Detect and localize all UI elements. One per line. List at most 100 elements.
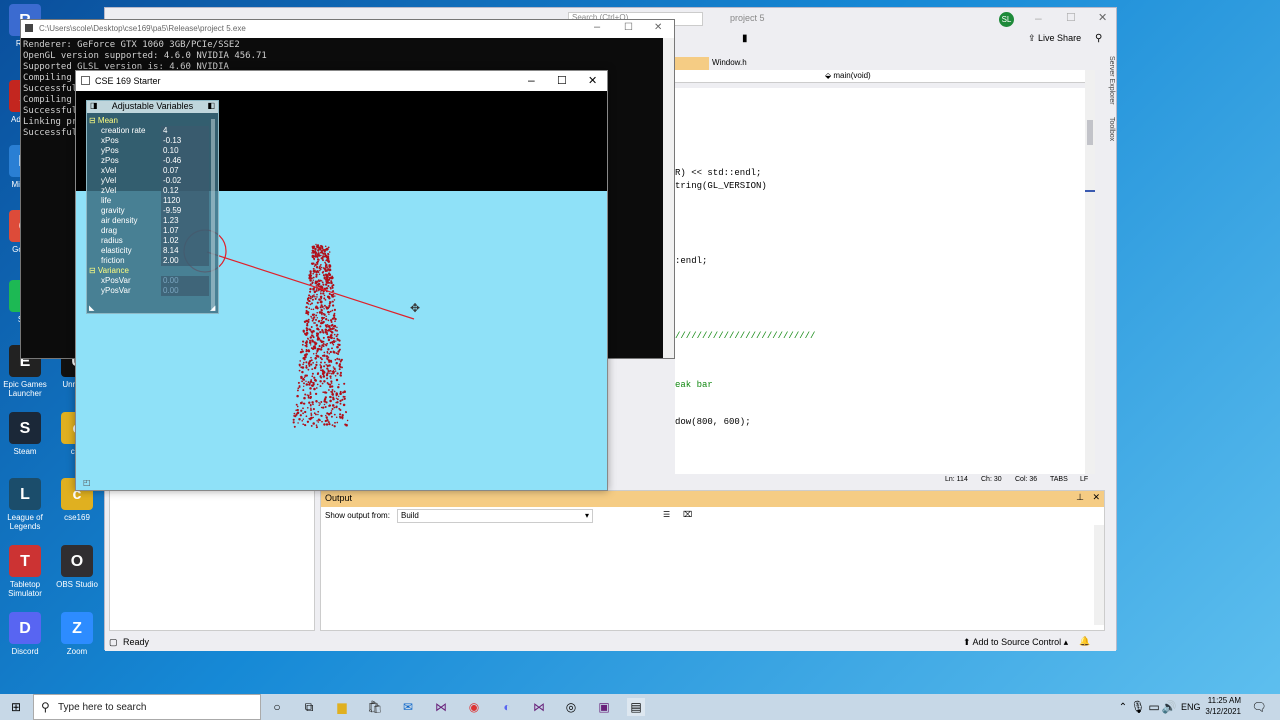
gl-maximize-icon[interactable]: ☐ [557, 74, 567, 87]
console-minimize-icon[interactable]: – [594, 21, 600, 33]
desktop-icon[interactable]: Z Zoom [52, 612, 102, 656]
tweak-value[interactable]: 8.14 [161, 246, 209, 256]
output-scrollbar[interactable] [1094, 525, 1104, 625]
visual-studio-2-icon[interactable]: ⋈ [530, 698, 548, 716]
tweak-row[interactable]: life 1120 [89, 196, 209, 206]
notification-icon[interactable]: 🔔 [1079, 636, 1090, 647]
tweak-rows: ⊟ Mean creation rate 4 xPos -0.13 yPos 0.10 zPo… [87, 116, 212, 311]
live-share-button[interactable]: ⇪ Live Share [1028, 33, 1081, 44]
obs-icon[interactable]: ◎ [562, 698, 580, 716]
cortana-icon[interactable]: ○ [268, 698, 286, 716]
tab-window-h[interactable]: Window.h [712, 58, 747, 67]
console-close-icon[interactable]: ✕ [654, 22, 662, 33]
close-icon[interactable]: ✕ [1098, 11, 1107, 24]
tweak-row[interactable]: radius 1.02 [89, 236, 209, 246]
tweak-value[interactable]: 1.23 [161, 216, 209, 226]
tweak-row[interactable]: yPos 0.10 [89, 146, 209, 156]
output-source-select[interactable]: Build ▾ [397, 509, 593, 523]
pin-icon[interactable]: ⊥ [1076, 492, 1084, 503]
minimize-icon[interactable]: – [1035, 11, 1042, 25]
tweak-row[interactable]: xPos -0.13 [89, 136, 209, 146]
tweak-iconify-icon[interactable]: ◧ [207, 101, 215, 110]
member-dropdown[interactable]: ⬙ main(void) [825, 71, 871, 80]
tweak-value[interactable]: 0.10 [161, 146, 209, 156]
tweak-row[interactable]: zVel 0.12 [89, 186, 209, 196]
tweak-value[interactable]: 1.07 [161, 226, 209, 236]
tweak-bar[interactable]: ◨ Adjustable Variables ◧ ⊟ Mean creation … [86, 100, 219, 314]
tweak-row[interactable]: friction 2.00 [89, 256, 209, 266]
tweak-row[interactable]: yVel -0.02 [89, 176, 209, 186]
tab-active[interactable] [675, 57, 709, 70]
status-text: Ready [123, 637, 150, 647]
tweak-value[interactable]: -0.46 [161, 156, 209, 166]
store-icon[interactable]: 🛍 [366, 698, 384, 716]
tweak-row[interactable]: gravity -9.59 [89, 206, 209, 216]
scrollbar-thumb[interactable] [1087, 120, 1093, 145]
tweak-resize-right-icon[interactable]: ◢ [210, 304, 215, 312]
desktop-icon[interactable]: L League of Legends [0, 478, 50, 531]
tweak-row[interactable]: air density 1.23 [89, 216, 209, 226]
toolbox-tab[interactable]: Toolbox [1108, 117, 1115, 141]
tweak-value[interactable]: 4 [161, 126, 209, 136]
bookmark-icon[interactable]: ▮ [742, 33, 748, 44]
taskbar-search[interactable]: ⚲ Type here to search [33, 694, 261, 720]
console-scrollbar[interactable] [663, 38, 674, 358]
language-indicator[interactable]: ENG [1181, 702, 1201, 712]
tweak-scrollbar[interactable] [211, 119, 215, 309]
task-view-icon[interactable]: ⧉ [300, 698, 318, 716]
code-editor[interactable]: R) << std::endl; tring(GL_VERSION):endl; /… [675, 88, 1095, 474]
console-maximize-icon[interactable]: ☐ [624, 22, 633, 33]
desktop-icon[interactable]: D Discord [0, 612, 50, 656]
notifications-icon[interactable]: 🗨 [1250, 698, 1268, 716]
gl-canvas[interactable]: ✥ ◰ ◨ Adjustable Variables ◧ ⊟ Mean creat… [76, 91, 607, 490]
tweak-value[interactable]: 0.00 [161, 276, 209, 286]
tweak-row[interactable]: creation rate 4 [89, 126, 209, 136]
tweak-help-icon[interactable]: ◨ [90, 101, 98, 110]
tweak-row[interactable]: drag 1.07 [89, 226, 209, 236]
particle [327, 272, 330, 275]
maximize-icon[interactable]: ☐ [1066, 11, 1076, 24]
tweak-value[interactable]: -0.02 [161, 176, 209, 186]
desktop-icon[interactable]: S Steam [0, 412, 50, 456]
tweak-row[interactable]: xPosVar 0.00 [89, 276, 209, 286]
desktop-icon[interactable]: T Tabletop Simulator [0, 545, 50, 598]
feedback-icon[interactable]: ⚲ [1095, 33, 1102, 44]
tweak-row[interactable]: elasticity 8.14 [89, 246, 209, 256]
visual-studio-icon[interactable]: ⋈ [432, 698, 450, 716]
clock-date[interactable]: 3/12/2021 [1201, 707, 1241, 716]
tweak-resize-left-icon[interactable]: ◣ [89, 304, 94, 312]
tweak-value[interactable]: 1.02 [161, 236, 209, 246]
gl-minimize-icon[interactable]: – [528, 73, 535, 87]
tweak-group-header[interactable]: ⊟ Mean [89, 116, 118, 126]
mail-icon[interactable]: ✉ [399, 698, 417, 716]
clear-all-icon[interactable]: ⌧ [683, 510, 692, 519]
user-avatar[interactable]: SL [999, 12, 1014, 27]
tweak-value[interactable]: 0.00 [161, 286, 209, 296]
windows-start-icon[interactable]: ⊞ [7, 698, 25, 716]
discord-icon[interactable]: ◐ [498, 698, 516, 716]
tweak-value[interactable]: 0.12 [161, 186, 209, 196]
tweak-value[interactable]: 2.00 [161, 256, 209, 266]
server-explorer-tab[interactable]: Server Explorer [1108, 56, 1115, 105]
tweak-value[interactable]: -9.59 [161, 206, 209, 216]
source-control-button[interactable]: ⬆ Add to Source Control ▴ [963, 637, 1068, 648]
tweak-bar-header[interactable]: ◨ Adjustable Variables ◧ [87, 101, 218, 113]
console-app-icon[interactable]: ▣ [595, 698, 613, 716]
tweak-value[interactable]: -0.13 [161, 136, 209, 146]
tweak-value[interactable]: 1120 [161, 196, 209, 206]
tweak-row[interactable]: zPos -0.46 [89, 156, 209, 166]
tweak-row[interactable]: xVel 0.07 [89, 166, 209, 176]
desktop-icon[interactable]: O OBS Studio [52, 545, 102, 589]
chrome-icon[interactable]: ◉ [465, 698, 483, 716]
file-explorer-icon[interactable]: ▆ [333, 698, 351, 716]
gl-close-icon[interactable]: ✕ [588, 74, 597, 87]
tweak-row[interactable]: yPosVar 0.00 [89, 286, 209, 296]
output-close-icon[interactable]: ✕ [1092, 492, 1100, 503]
word-wrap-icon[interactable]: ☰ [663, 510, 670, 519]
tweak-group-header[interactable]: ⊟ Variance [89, 266, 129, 276]
editor-scrollbar[interactable] [1085, 70, 1095, 474]
gl-app-icon[interactable]: ▤ [627, 698, 645, 716]
clock-time[interactable]: 11:25 AM [1205, 696, 1241, 705]
volume-icon[interactable]: 🔊 [1160, 698, 1178, 716]
tweak-value[interactable]: 0.07 [161, 166, 209, 176]
